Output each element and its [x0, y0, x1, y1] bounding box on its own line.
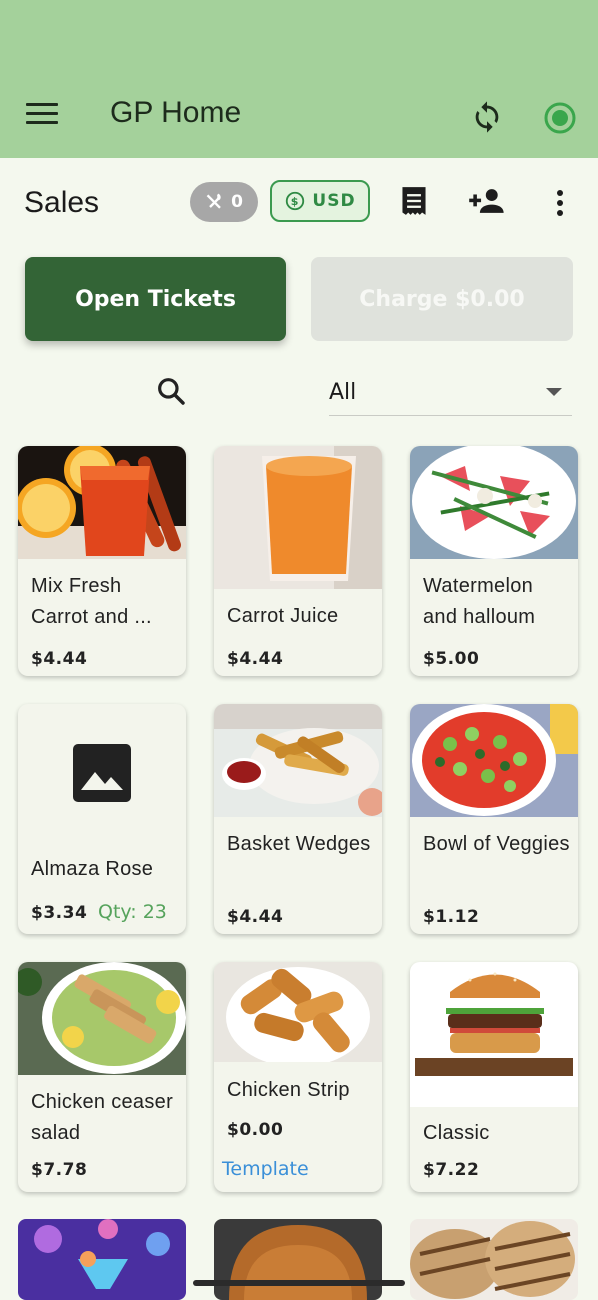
item-card-watermelon[interactable]: Watermelon and halloum $5.00: [410, 446, 578, 676]
add-person-icon[interactable]: [468, 186, 506, 216]
search-icon[interactable]: [155, 375, 187, 407]
item-price: $4.44: [31, 649, 88, 669]
menu-icon[interactable]: [26, 103, 58, 129]
item-image: [214, 704, 382, 817]
item-name: Chicken ceaser salad: [31, 1091, 174, 1144]
item-card-basket-wedges[interactable]: Basket Wedges $4.44: [214, 704, 382, 934]
page-title: Sales: [24, 186, 100, 219]
category-value: All: [329, 380, 357, 405]
status-icon[interactable]: [542, 100, 578, 136]
sync-icon[interactable]: [470, 100, 504, 134]
item-card-chicken-strip[interactable]: Chicken Strip $0.00 Template: [214, 962, 382, 1192]
category-dropdown[interactable]: All: [329, 370, 572, 416]
item-price: $3.34: [31, 903, 88, 923]
receipt-icon[interactable]: [400, 186, 428, 216]
item-image: [214, 962, 382, 1062]
item-price: $1.12: [423, 907, 480, 927]
item-card-chicken-ceaser-salad[interactable]: Chicken ceaser salad $7.78: [18, 962, 186, 1192]
item-image: [410, 446, 578, 559]
item-card-partial[interactable]: [18, 1219, 186, 1300]
item-card-partial[interactable]: [410, 1219, 578, 1300]
item-name: Mix Fresh Carrot and ...: [31, 575, 152, 628]
item-price: $0.00: [227, 1120, 284, 1140]
item-name: Chicken Strip: [227, 1079, 350, 1101]
dine-in-chip[interactable]: 0: [190, 182, 258, 222]
item-name: Basket Wedges: [227, 833, 371, 855]
item-card-mix-fresh-carrot[interactable]: Mix Fresh Carrot and ... $4.44: [18, 446, 186, 676]
app-bar: GP Home: [0, 0, 598, 158]
item-card-classic[interactable]: Classic $7.22: [410, 962, 578, 1192]
item-card-almaza-rose[interactable]: Almaza Rose $3.34 Qty: 23: [18, 704, 186, 934]
item-price: $4.44: [227, 907, 284, 927]
item-price: $7.22: [423, 1160, 480, 1180]
sales-toolbar: Sales 0 $ USD: [0, 160, 598, 250]
item-name: Classic: [423, 1122, 490, 1144]
open-tickets-button[interactable]: Open Tickets: [25, 257, 286, 341]
image-placeholder-icon: [73, 744, 131, 802]
item-name: Watermelon and halloum: [423, 575, 536, 628]
item-price: $4.44: [227, 649, 284, 669]
more-vertical-icon[interactable]: [552, 188, 568, 218]
item-price: $7.78: [31, 1160, 88, 1180]
item-name: Almaza Rose: [31, 858, 154, 880]
svg-text:$: $: [291, 195, 300, 208]
charge-button[interactable]: Charge $0.00: [311, 257, 573, 341]
item-image: [18, 962, 186, 1075]
item-card-bowl-of-veggies[interactable]: Bowl of Veggies $1.12: [410, 704, 578, 934]
app-title: GP Home: [110, 96, 242, 129]
home-indicator[interactable]: [193, 1280, 405, 1286]
item-card-partial[interactable]: [214, 1219, 382, 1300]
item-name: Bowl of Veggies: [423, 833, 570, 855]
item-image: [410, 704, 578, 817]
item-card-carrot-juice[interactable]: Carrot Juice $4.44: [214, 446, 382, 676]
dine-count: 0: [231, 192, 243, 212]
item-price: $5.00: [423, 649, 480, 669]
item-quantity: Qty: 23: [98, 901, 167, 923]
item-image: [18, 446, 186, 559]
currency-exchange-icon: $: [286, 191, 305, 211]
dropdown-icon: [546, 388, 562, 396]
template-tag: Template: [222, 1158, 309, 1180]
item-image: [214, 446, 382, 589]
item-name: Carrot Juice: [227, 605, 339, 627]
currency-label: USD: [312, 191, 356, 211]
currency-chip[interactable]: $ USD: [270, 180, 370, 222]
item-image: [410, 962, 578, 1107]
utensils-icon: [206, 193, 221, 209]
